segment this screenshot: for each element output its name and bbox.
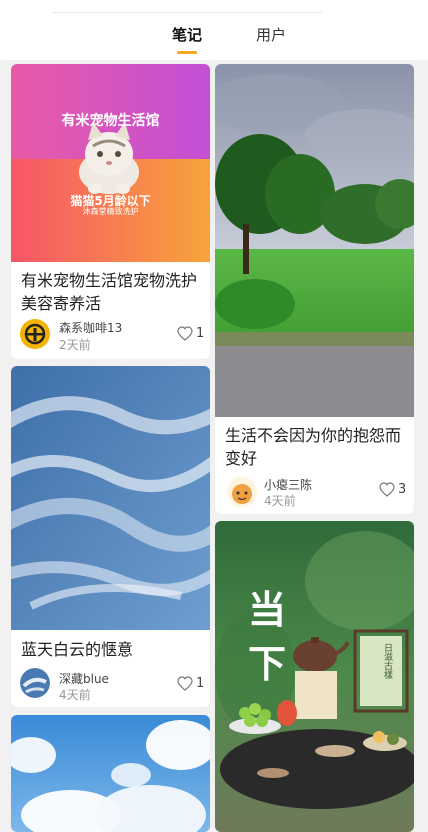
- author-name[interactable]: 深藏blue: [59, 670, 109, 687]
- cartoon-avatar[interactable]: [227, 477, 257, 507]
- top-tab-bar: 笔记 用户: [0, 0, 428, 60]
- park-photo: [215, 64, 414, 417]
- image-sign-text: 日滋古樣: [382, 643, 392, 679]
- like-count: 3: [398, 482, 407, 497]
- image-char-2: 下: [248, 641, 287, 686]
- like-count: 1: [196, 326, 205, 341]
- note-card-clouds[interactable]: [11, 715, 210, 832]
- post-time: 4天前: [264, 494, 296, 508]
- heart-icon: [379, 482, 395, 497]
- note-card-blue-sky[interactable]: 蓝天白云的惬意 深藏blue 4天前 1: [11, 366, 210, 707]
- note-title[interactable]: 生活不会因为你的抱怨而变好: [225, 424, 406, 470]
- tab-users[interactable]: 用户: [256, 24, 286, 45]
- cloud-avatar[interactable]: [20, 668, 50, 698]
- active-tab-indicator: [177, 51, 197, 54]
- clouds-photo: [11, 715, 210, 832]
- note-card-tea[interactable]: 当 下 日滋古樣: [215, 521, 414, 832]
- author-name[interactable]: 小瘪三陈: [264, 476, 312, 493]
- note-card-landscape[interactable]: 生活不会因为你的抱怨而变好 小瘪三陈 4天前 3: [215, 64, 414, 514]
- note-image-clouds[interactable]: [11, 715, 210, 832]
- tab-notes[interactable]: 笔记: [172, 24, 202, 45]
- note-image-sky[interactable]: [11, 366, 210, 630]
- note-image-tea[interactable]: 当 下 日滋古樣: [215, 521, 414, 832]
- sky-photo: [11, 366, 210, 630]
- pet-poster-graphic: [11, 64, 210, 262]
- poster-headline: 有米宠物生活馆: [61, 113, 160, 129]
- image-char-1: 当: [248, 587, 287, 632]
- note-image-park[interactable]: [215, 64, 414, 417]
- coffee-logo-icon[interactable]: [20, 319, 50, 349]
- like-button[interactable]: 1: [177, 676, 204, 691]
- author-name[interactable]: 森系咖啡13: [59, 319, 122, 336]
- note-image-pet-poster[interactable]: 有米宠物生活馆 猫猫5月龄以下 沐森堂精致洗护: [11, 64, 210, 262]
- note-title[interactable]: 蓝天白云的惬意: [21, 638, 202, 661]
- top-divider: [52, 12, 322, 13]
- post-time: 4天前: [59, 688, 91, 702]
- note-card-pet-shop[interactable]: 有米宠物生活馆 猫猫5月龄以下 沐森堂精致洗护 有米宠物生活馆宠物洗护美容寄养活…: [11, 64, 210, 359]
- like-button[interactable]: 3: [379, 482, 406, 497]
- heart-icon: [177, 676, 193, 691]
- note-title[interactable]: 有米宠物生活馆宠物洗护美容寄养活: [21, 269, 202, 315]
- like-button[interactable]: 1: [177, 326, 204, 341]
- heart-icon: [177, 326, 193, 341]
- post-time: 2天前: [59, 338, 91, 352]
- poster-promo-sub: 沐森堂精致洗护: [82, 207, 139, 216]
- like-count: 1: [196, 676, 205, 691]
